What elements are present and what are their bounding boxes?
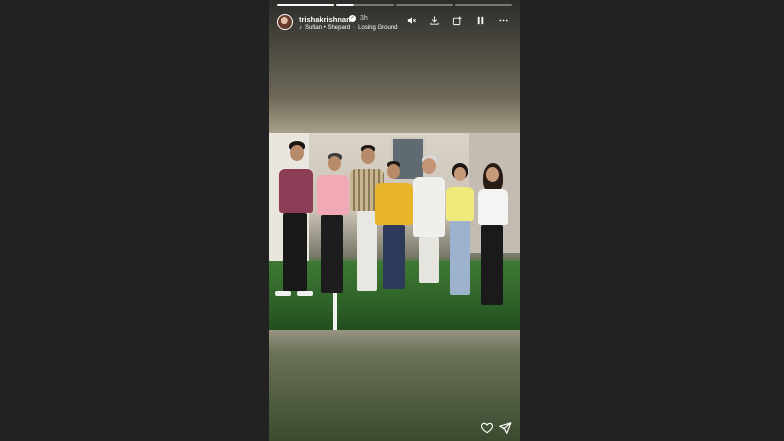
progress-segment [454, 4, 512, 6]
story-header: trishakrishnan ✓ 3h ♪ Sultan • Shepard ·… [277, 12, 512, 36]
progress-segment [395, 4, 453, 6]
progress-segment [277, 4, 335, 6]
story-photo [269, 133, 520, 330]
progress-segment-current [336, 4, 394, 6]
story-controls [405, 14, 510, 27]
username[interactable]: trishakrishnan [299, 15, 351, 24]
share-icon[interactable] [498, 421, 512, 435]
more-icon[interactable] [497, 14, 510, 27]
post-time: 3h [360, 15, 368, 22]
photo-person [275, 141, 315, 321]
music-attribution[interactable]: ♪ Sultan • Shepard · Losing Ground [299, 25, 398, 31]
photo-person [443, 163, 477, 303]
photo-person [411, 155, 447, 295]
music-separator: · [353, 25, 356, 31]
photo-person [475, 163, 511, 313]
download-icon[interactable] [428, 14, 441, 27]
story-footer [269, 411, 520, 441]
music-artist: Sultan • Shepard [305, 25, 351, 31]
mute-icon[interactable] [405, 14, 418, 27]
pause-icon[interactable] [474, 14, 487, 27]
add-story-icon[interactable] [451, 14, 464, 27]
story-progress-bar [277, 4, 512, 6]
photo-person [373, 161, 413, 301]
avatar[interactable] [277, 14, 293, 30]
verified-badge-icon: ✓ [349, 15, 356, 22]
music-note-icon: ♪ [299, 25, 302, 31]
story-viewer[interactable]: trishakrishnan ✓ 3h ♪ Sultan • Shepard ·… [269, 0, 520, 441]
music-song: Losing Ground [358, 25, 398, 31]
photo-person [315, 153, 351, 318]
heart-icon[interactable] [480, 421, 494, 435]
